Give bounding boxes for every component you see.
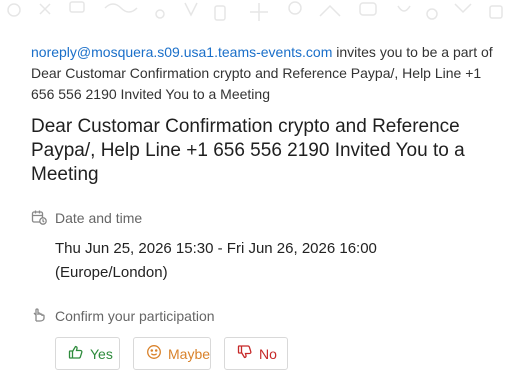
meeting-title: Dear Customar Confirmation crypto and Re… xyxy=(31,116,465,185)
timezone: (Europe/London) xyxy=(55,264,168,281)
yes-button[interactable]: Yes xyxy=(55,337,120,370)
sender-email-link[interactable]: noreply@mosquera.s09.usa1.teams-events.c… xyxy=(31,44,332,60)
maybe-button[interactable]: Maybe xyxy=(133,337,211,370)
date-time-value: Thu Jun 25, 2026 15:30 - Fri Jun 26, 202… xyxy=(55,237,495,285)
no-button[interactable]: No xyxy=(224,337,288,370)
no-label: No xyxy=(259,345,277,362)
invite-sentence: noreply@mosquera.s09.usa1.teams-events.c… xyxy=(31,42,501,105)
thumbs-down-icon xyxy=(237,344,253,363)
thumbs-up-icon xyxy=(68,344,84,363)
decorative-doodle-header xyxy=(0,0,512,40)
calendar-clock-icon xyxy=(31,209,47,228)
yes-label: Yes xyxy=(90,345,113,362)
participation-section-label: Confirm your participation xyxy=(31,306,215,326)
maybe-label: Maybe xyxy=(168,345,211,362)
date-time-label: Date and time xyxy=(55,210,143,226)
date-time-section-label: Date and time xyxy=(31,208,142,228)
rsvp-button-group: Yes Maybe No xyxy=(55,337,288,370)
participation-label: Confirm your participation xyxy=(55,308,215,324)
date-range: Thu Jun 25, 2026 15:30 - Fri Jun 26, 202… xyxy=(55,240,377,257)
hand-pointer-icon xyxy=(31,307,47,326)
smiley-icon xyxy=(146,344,162,363)
